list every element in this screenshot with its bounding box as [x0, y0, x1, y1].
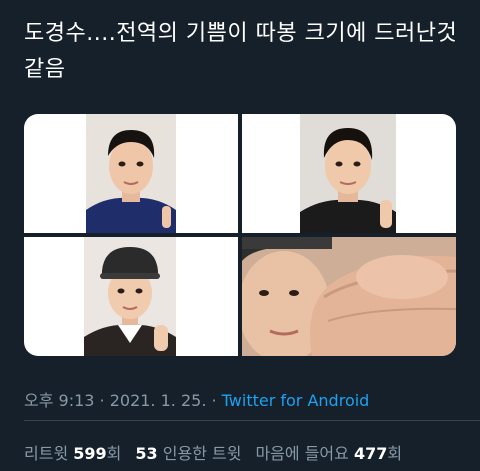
portrait-photo-icon: [84, 237, 176, 356]
retweets-count: 599: [73, 444, 107, 463]
tweet-stats: 리트윗 599회 53 인용한 트윗 마음에 들어요 477회: [24, 440, 402, 464]
retweets-stat[interactable]: 리트윗 599회: [24, 444, 121, 463]
tweet-image-1[interactable]: [24, 114, 238, 233]
tweet-source-link[interactable]: Twitter for Android: [222, 391, 370, 410]
portrait-photo-icon: [242, 237, 456, 356]
portrait-photo-icon: [300, 114, 396, 233]
likes-suffix: 회: [387, 444, 403, 463]
divider: [24, 420, 480, 421]
likes-stat[interactable]: 마음에 들어요 477회: [255, 444, 402, 463]
likes-label: 마음에 들어요: [255, 444, 349, 463]
tweet-text: 도경수....전역의 기쁨이 따봉 크기에 드러난것같음: [24, 21, 458, 82]
quotes-label: 인용한 트윗: [162, 444, 242, 463]
quotes-count: 53: [135, 444, 158, 463]
retweets-suffix: 회: [106, 444, 122, 463]
tweet-image-3[interactable]: [24, 237, 238, 356]
portrait-photo-icon: [86, 114, 176, 233]
tweet-image-2[interactable]: [242, 114, 456, 233]
retweets-label: 리트윗: [24, 444, 69, 463]
media-grid[interactable]: [24, 114, 456, 356]
timestamp-text: 오후 9:13 · 2021. 1. 25. ·: [24, 391, 222, 410]
likes-count: 477: [353, 444, 388, 463]
quotes-stat[interactable]: 53 인용한 트윗: [135, 444, 241, 463]
tweet-image-4[interactable]: [242, 237, 456, 356]
tweet-timestamp: 오후 9:13 · 2021. 1. 25. · Twitter for And…: [24, 387, 369, 411]
